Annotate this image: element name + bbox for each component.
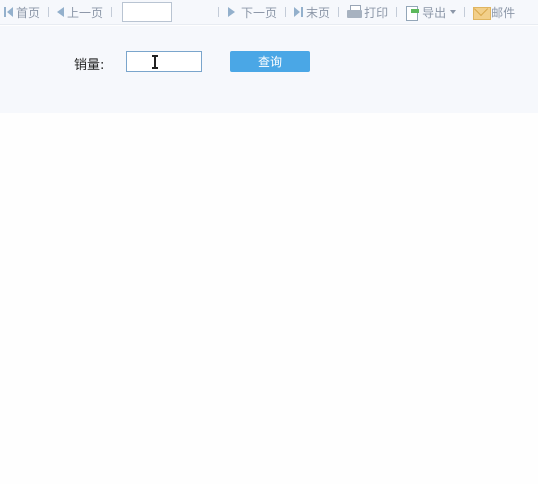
toolbar-separator <box>464 7 466 17</box>
page-number-input[interactable] <box>122 2 173 22</box>
last-page-label: 末页 <box>306 5 331 20</box>
next-page-label: 下一页 <box>241 5 278 20</box>
last-page-icon <box>294 6 304 18</box>
prev-page-icon <box>57 6 65 18</box>
first-page-icon <box>4 6 14 18</box>
print-label: 打印 <box>364 5 389 20</box>
sales-field-label: 销量: <box>74 58 105 73</box>
prev-page-button[interactable]: 上一页 <box>57 2 103 22</box>
mail-button[interactable]: 邮件 <box>473 2 515 22</box>
last-page-button[interactable]: 末页 <box>294 2 330 22</box>
sales-input[interactable] <box>126 51 202 72</box>
export-button[interactable]: 导出 <box>405 2 457 22</box>
print-button[interactable]: 打印 <box>347 2 388 22</box>
query-panel: 销量: 查询 <box>0 26 538 113</box>
toolbar-separator <box>396 7 398 17</box>
first-page-button[interactable]: 首页 <box>4 2 40 22</box>
first-page-label: 首页 <box>16 5 41 20</box>
toolbar-separator <box>285 7 287 17</box>
report-toolbar: 首页 上一页 下一页 末页 打印 导出 邮件 <box>0 0 538 25</box>
query-button[interactable]: 查询 <box>230 51 310 72</box>
toolbar-separator <box>48 7 50 17</box>
chevron-down-icon <box>450 10 457 14</box>
toolbar-separator <box>338 7 340 17</box>
next-page-button[interactable]: 下一页 <box>227 2 277 22</box>
text-cursor-icon <box>152 55 158 69</box>
export-icon <box>405 5 420 21</box>
toolbar-separator <box>111 7 113 17</box>
mail-label: 邮件 <box>491 5 516 20</box>
export-label: 导出 <box>422 5 447 20</box>
toolbar-separator <box>218 7 220 17</box>
next-page-icon <box>227 6 236 18</box>
printer-icon <box>347 5 363 19</box>
prev-page-label: 上一页 <box>67 5 104 20</box>
mail-icon <box>473 6 492 20</box>
